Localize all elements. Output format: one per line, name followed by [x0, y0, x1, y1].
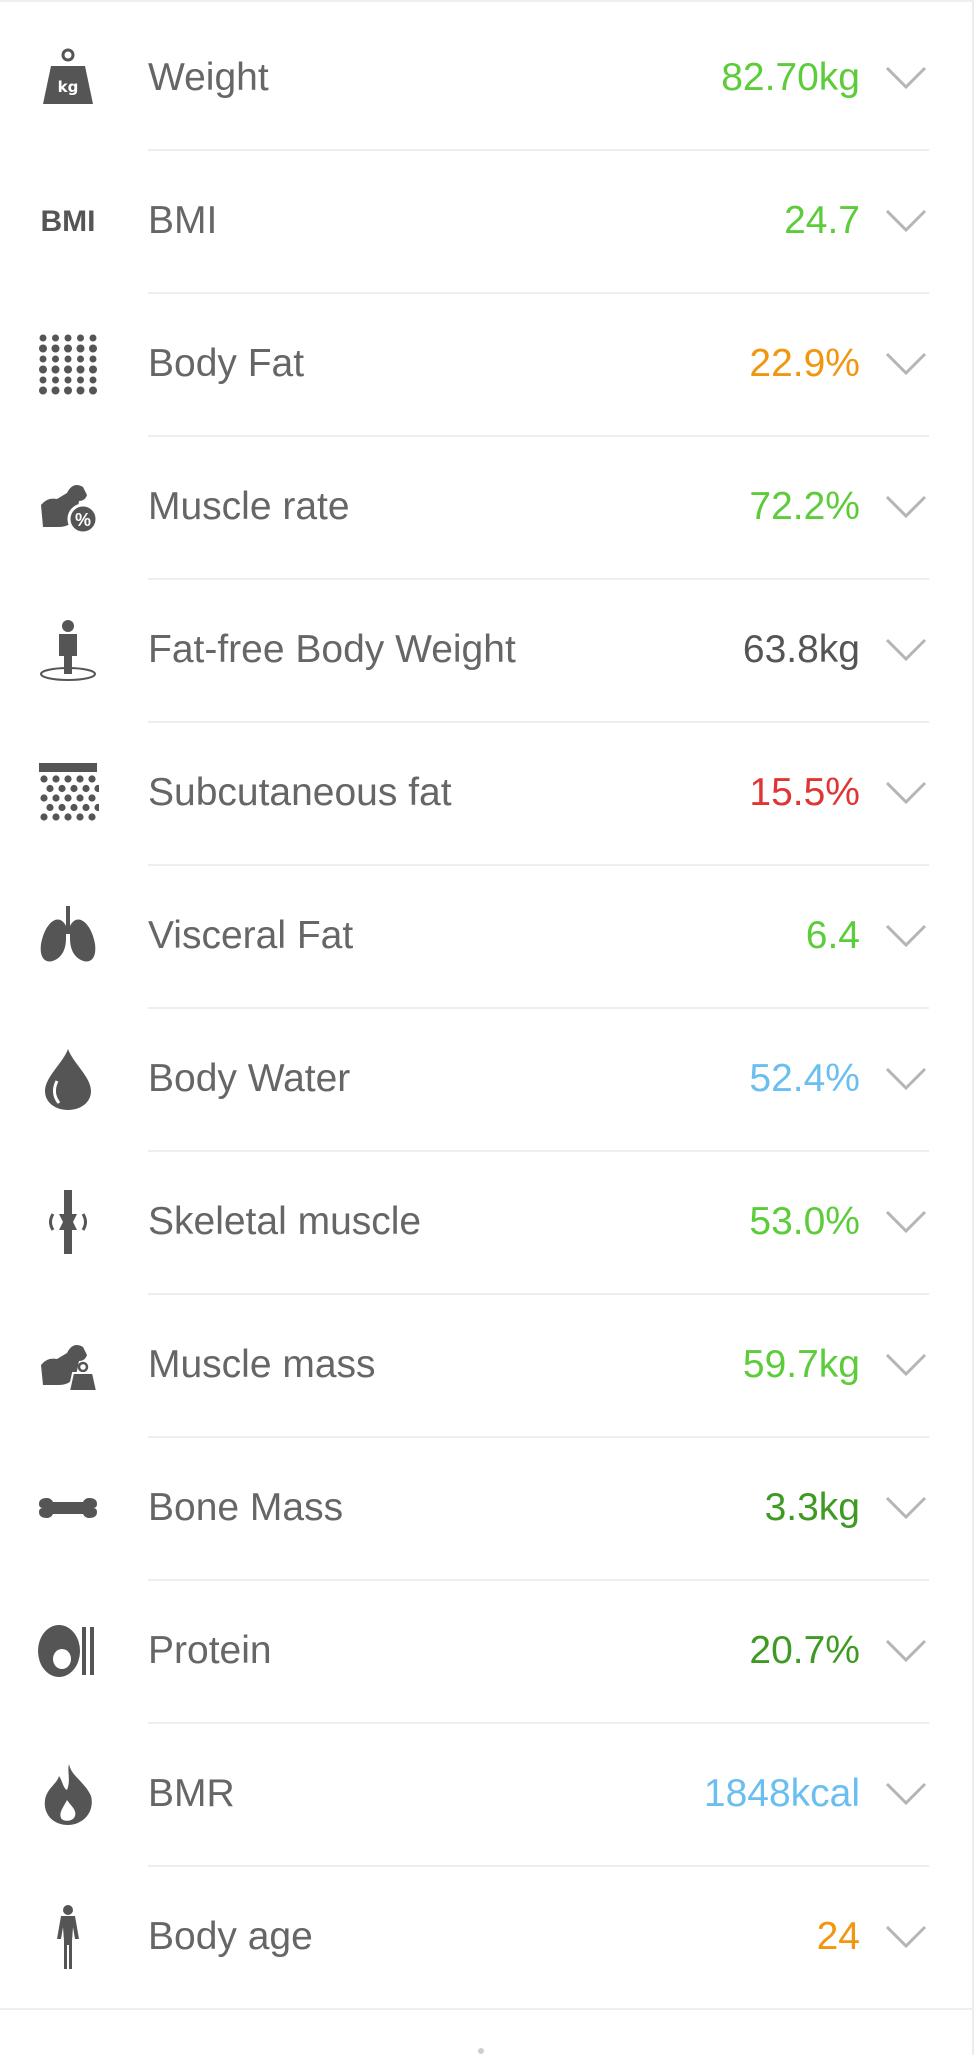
percent-icon-text: %	[75, 510, 91, 530]
metric-row[interactable]: BMR 1848kcal	[0, 1722, 974, 1867]
chevron-down-icon[interactable]	[884, 1204, 928, 1240]
row-divider	[0, 2008, 974, 2010]
metric-row[interactable]: Visceral Fat 6.4	[0, 864, 974, 1009]
skeletal-joint-icon	[37, 1190, 99, 1254]
bone-icon	[37, 1476, 99, 1540]
bmi-icon: BMI	[37, 189, 99, 253]
person-icon	[37, 1905, 99, 1969]
metric-value: 52.4%	[749, 1057, 860, 1100]
metric-value: 72.2%	[749, 485, 860, 528]
bmi-icon-text: BMI	[41, 205, 96, 238]
metric-label: Body Water	[148, 1057, 351, 1100]
metric-label: Muscle mass	[148, 1343, 376, 1386]
metric-label: Body Fat	[148, 342, 305, 385]
metric-value: 15.5%	[749, 771, 860, 814]
metric-row[interactable]: Body age 24	[0, 1865, 974, 2010]
fat-free-body-icon	[37, 618, 99, 682]
lungs-icon	[37, 904, 99, 968]
weight-icon-text: kg	[58, 78, 79, 96]
metric-row[interactable]: Body Water 52.4%	[0, 1007, 974, 1152]
chevron-down-icon[interactable]	[884, 203, 928, 239]
metric-label: Weight	[148, 56, 269, 99]
metric-row[interactable]: Subcutaneous fat 15.5%	[0, 721, 974, 866]
chevron-down-icon[interactable]	[884, 1633, 928, 1669]
chevron-down-icon[interactable]	[884, 346, 928, 382]
metric-value: 24.7	[784, 199, 860, 242]
metric-row[interactable]: Bone Mass 3.3kg	[0, 1436, 974, 1581]
metric-value: 3.3kg	[764, 1486, 860, 1529]
metric-row[interactable]: % Muscle rate 72.2%	[0, 435, 974, 580]
chevron-down-icon[interactable]	[884, 1347, 928, 1383]
metric-value: 6.4	[805, 914, 860, 957]
metric-row[interactable]: Fat-free Body Weight 63.8kg	[0, 578, 974, 723]
flame-icon	[37, 1762, 99, 1826]
chevron-down-icon[interactable]	[884, 918, 928, 954]
chevron-down-icon[interactable]	[884, 632, 928, 668]
metric-row[interactable]: Muscle mass 59.7kg	[0, 1293, 974, 1438]
body-fat-dots-icon	[37, 332, 99, 396]
metric-row[interactable]: Body Fat 22.9%	[0, 292, 974, 437]
top-divider	[0, 0, 974, 2]
metric-label: Skeletal muscle	[148, 1200, 422, 1243]
metric-label: Body age	[148, 1915, 313, 1958]
metric-row[interactable]: BMI BMI 24.7	[0, 149, 974, 294]
water-drop-icon	[37, 1047, 99, 1111]
chevron-down-icon[interactable]	[884, 1776, 928, 1812]
metric-value: 24	[816, 1915, 860, 1958]
metrics-panel: kg Weight 82.70kg BMI BMI 24.7 Body Fat 22.9%% M…	[0, 0, 974, 2055]
metric-label: Fat-free Body Weight	[148, 628, 516, 671]
chevron-down-icon[interactable]	[884, 489, 928, 525]
metric-value: 20.7%	[749, 1629, 860, 1672]
subcutaneous-fat-icon	[37, 761, 99, 825]
chevron-down-icon[interactable]	[884, 60, 928, 96]
metric-row[interactable]: Skeletal muscle 53.0%	[0, 1150, 974, 1295]
metric-value: 82.70kg	[721, 56, 860, 99]
chevron-down-icon[interactable]	[884, 775, 928, 811]
page-indicator	[478, 2048, 484, 2054]
metric-label: BMR	[148, 1772, 235, 1815]
metric-value: 22.9%	[749, 342, 860, 385]
metric-label: Muscle rate	[148, 485, 350, 528]
metric-value: 53.0%	[749, 1200, 860, 1243]
metric-value: 59.7kg	[742, 1343, 860, 1386]
metric-label: Visceral Fat	[148, 914, 354, 957]
metric-label: Subcutaneous fat	[148, 771, 452, 814]
muscle-percent-icon: %	[37, 475, 99, 539]
metric-label: Protein	[148, 1629, 272, 1672]
metric-value: 1848kcal	[703, 1772, 860, 1815]
metric-row[interactable]: Protein 20.7%	[0, 1579, 974, 1724]
chevron-down-icon[interactable]	[884, 1919, 928, 1955]
protein-icon	[37, 1619, 99, 1683]
muscle-weight-icon	[37, 1333, 99, 1397]
chevron-down-icon[interactable]	[884, 1490, 928, 1526]
metric-value: 63.8kg	[742, 628, 860, 671]
metric-row[interactable]: kg Weight 82.70kg	[0, 6, 974, 151]
metric-label: Bone Mass	[148, 1486, 344, 1529]
chevron-down-icon[interactable]	[884, 1061, 928, 1097]
weight-kg-icon: kg	[37, 46, 99, 110]
metric-label: BMI	[148, 199, 218, 242]
